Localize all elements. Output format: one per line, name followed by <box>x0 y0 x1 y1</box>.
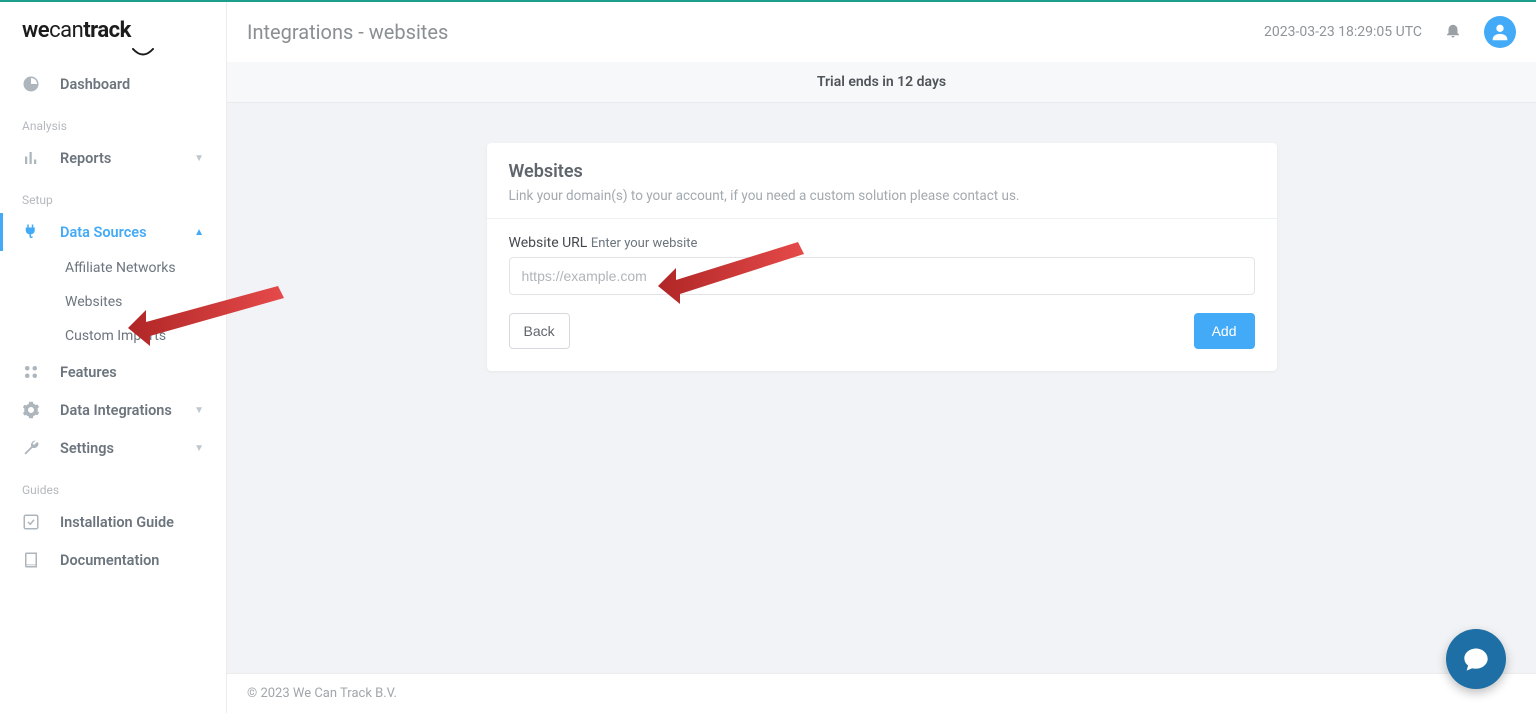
sidebar-section-analysis: Analysis <box>0 103 226 139</box>
sidebar-label: Documentation <box>60 552 204 569</box>
logo[interactable]: wecantrack <box>0 2 226 65</box>
sidebar-item-reports[interactable]: Reports ▼ <box>0 139 226 177</box>
sidebar-item-documentation[interactable]: Documentation <box>0 541 226 579</box>
sidebar-label: Settings <box>60 440 194 457</box>
sidebar-item-settings[interactable]: Settings ▼ <box>0 429 226 467</box>
sidebar-label: Data Sources <box>60 224 194 241</box>
gears-icon <box>22 401 40 419</box>
header: Integrations - websites 2023-03-23 18:29… <box>227 2 1536 62</box>
website-url-input[interactable] <box>509 257 1255 295</box>
dashboard-icon <box>22 75 40 93</box>
back-button[interactable]: Back <box>509 313 570 349</box>
plug-icon <box>22 223 40 241</box>
notifications-button[interactable] <box>1444 21 1462 43</box>
logo-track: track <box>83 18 131 43</box>
sidebar-label: Features <box>60 364 204 381</box>
features-icon <box>22 363 40 381</box>
check-square-icon <box>22 513 40 531</box>
sidebar-section-setup: Setup <box>0 177 226 213</box>
logo-we: we <box>22 18 49 43</box>
sidebar-label: Installation Guide <box>60 514 204 531</box>
chevron-down-icon: ▼ <box>194 153 204 164</box>
trial-banner: Trial ends in 12 days <box>227 62 1536 103</box>
chevron-up-icon: ▲ <box>194 227 204 238</box>
chevron-down-icon: ▼ <box>194 443 204 454</box>
page-title: Integrations - websites <box>247 20 448 44</box>
sidebar: wecantrack Dashboard Analysis Reports ▼ … <box>0 2 227 713</box>
add-button[interactable]: Add <box>1194 313 1255 349</box>
sidebar-subitem-affiliate[interactable]: Affiliate Networks <box>0 251 226 285</box>
sidebar-item-dashboard[interactable]: Dashboard <box>0 65 226 103</box>
chevron-down-icon: ▼ <box>194 405 204 416</box>
sidebar-subitem-websites[interactable]: Websites <box>0 285 226 319</box>
sidebar-item-data-integrations[interactable]: Data Integrations ▼ <box>0 391 226 429</box>
sidebar-label: Data Integrations <box>60 402 194 419</box>
wrench-icon <box>22 439 40 457</box>
sidebar-item-features[interactable]: Features <box>0 353 226 391</box>
chat-button[interactable] <box>1446 629 1506 689</box>
sidebar-label: Dashboard <box>60 76 204 93</box>
content: Trial ends in 12 days Websites Link your… <box>227 62 1536 673</box>
user-avatar[interactable] <box>1484 16 1516 48</box>
websites-card: Websites Link your domain(s) to your acc… <box>487 143 1277 371</box>
sidebar-label: Reports <box>60 150 194 167</box>
sidebar-section-guides: Guides <box>0 467 226 503</box>
card-title: Websites <box>509 161 1255 182</box>
reports-icon <box>22 149 40 167</box>
book-icon <box>22 551 40 569</box>
sidebar-subitem-custom[interactable]: Custom Imports <box>0 319 226 353</box>
website-url-label: Website URL Enter your website <box>509 235 1255 251</box>
sidebar-item-install-guide[interactable]: Installation Guide <box>0 503 226 541</box>
card-subtitle: Link your domain(s) to your account, if … <box>509 188 1255 204</box>
logo-can: can <box>49 18 83 43</box>
sidebar-item-data-sources[interactable]: Data Sources ▲ <box>0 213 226 251</box>
timestamp: 2023-03-23 18:29:05 UTC <box>1264 24 1422 40</box>
footer-text: © 2023 We Can Track B.V. <box>247 686 397 701</box>
footer: © 2023 We Can Track B.V. <box>227 673 1536 713</box>
